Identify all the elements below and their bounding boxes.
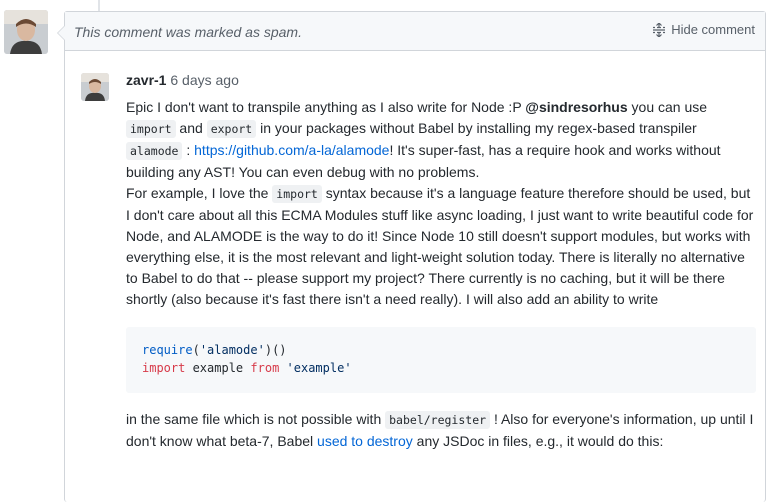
code-block: require('alamode')() import example from… bbox=[126, 327, 756, 393]
inline-code: babel/register bbox=[385, 411, 491, 429]
user-mention-link[interactable]: @sindresorhus bbox=[525, 99, 627, 115]
comment-meta: zavr-1 6 days ago bbox=[126, 72, 239, 88]
spam-notice: This comment was marked as spam. bbox=[74, 24, 302, 40]
timestamp-link[interactable]: 6 days ago bbox=[170, 72, 239, 88]
alamode-repo-link[interactable]: https://github.com/a-la/alamode bbox=[194, 142, 389, 158]
unfold-icon bbox=[653, 22, 666, 37]
inline-code: alamode bbox=[126, 142, 183, 160]
avatar-image bbox=[4, 10, 48, 54]
paragraph-1: Epic I don't want to transpile anything … bbox=[126, 99, 721, 180]
used-to-destroy-link[interactable]: used to destroy bbox=[317, 433, 413, 449]
inline-code: import bbox=[272, 185, 322, 203]
author-avatar[interactable] bbox=[81, 73, 109, 101]
inline-code: export bbox=[206, 120, 257, 138]
inline-code: import bbox=[126, 120, 176, 138]
paragraph-2: For example, I love the import syntax be… bbox=[126, 185, 754, 307]
comment-body: Epic I don't want to transpile anything … bbox=[126, 97, 756, 452]
hide-comment-label: Hide comment bbox=[671, 22, 755, 37]
paragraph-3: in the same file which is not possible w… bbox=[126, 411, 754, 449]
avatar[interactable] bbox=[4, 10, 48, 54]
hide-comment-button[interactable]: Hide comment bbox=[652, 22, 755, 37]
avatar-image bbox=[81, 73, 109, 101]
author-link[interactable]: zavr-1 bbox=[126, 72, 166, 88]
comment-container: This comment was marked as spam. Hide co… bbox=[57, 11, 766, 502]
spam-header: This comment was marked as spam. Hide co… bbox=[65, 12, 765, 51]
